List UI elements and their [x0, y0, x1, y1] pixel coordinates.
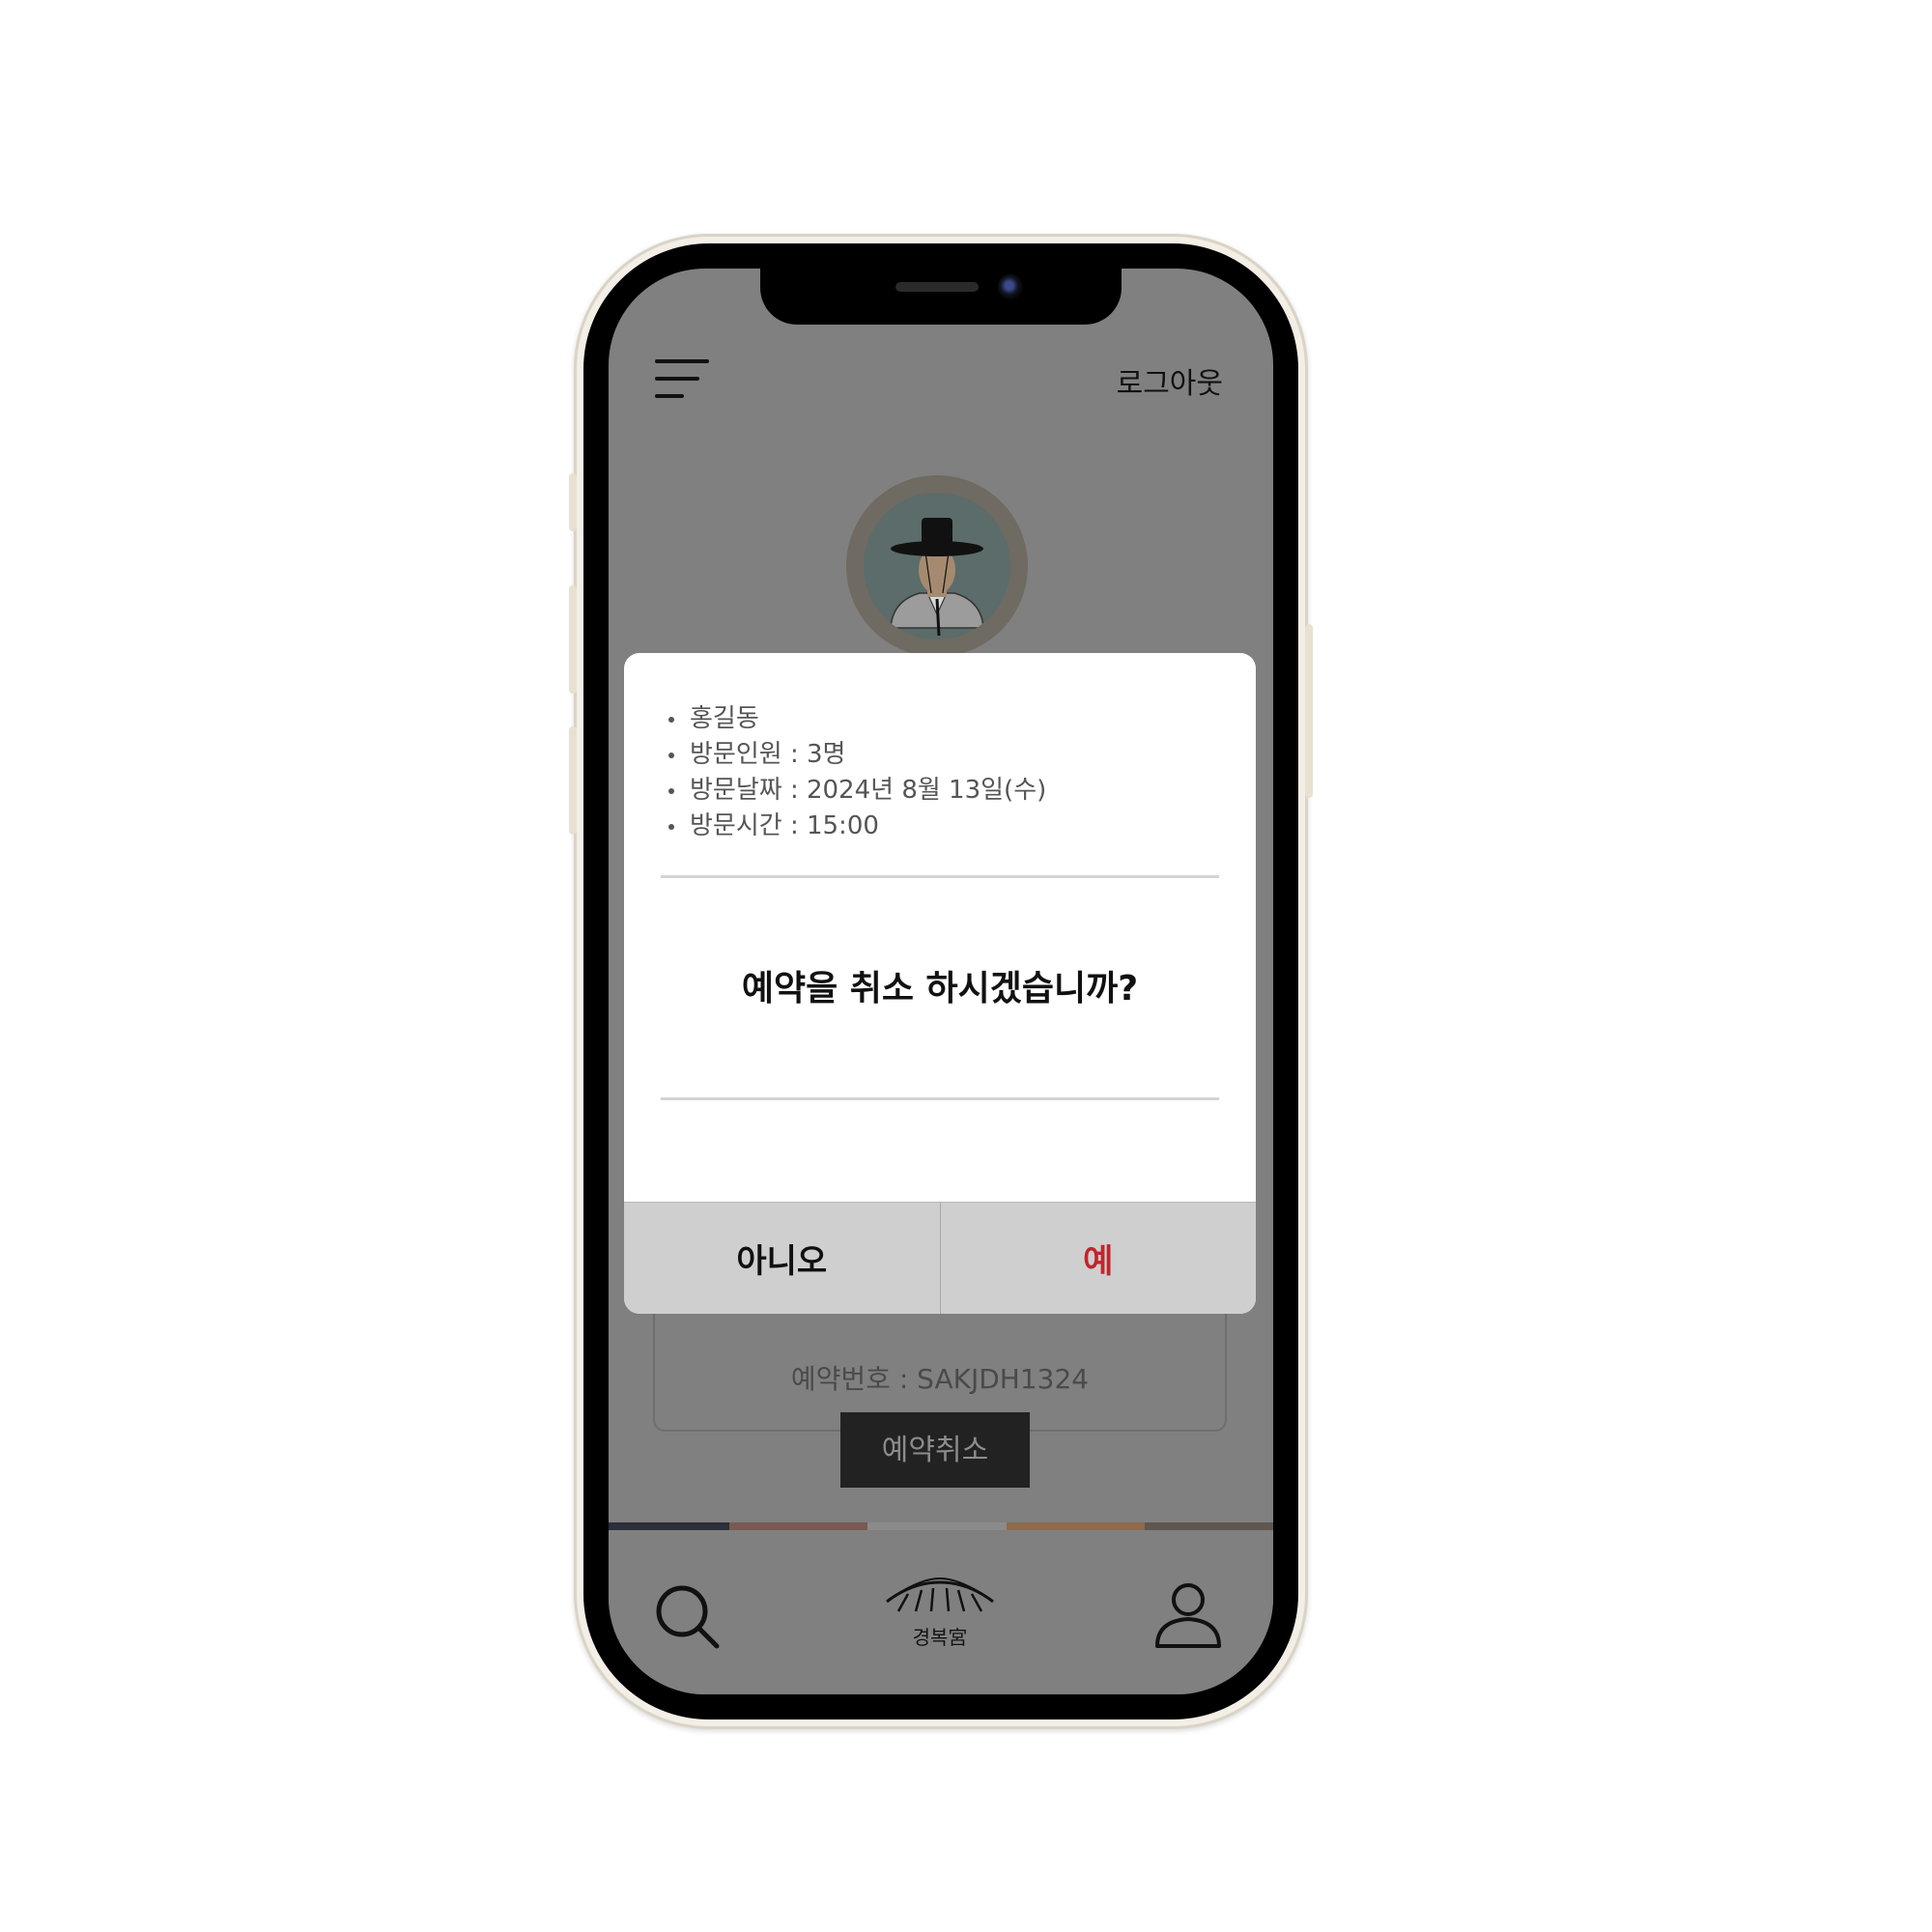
logo-text: 경복宮	[913, 1626, 968, 1649]
yes-button[interactable]: 예	[940, 1202, 1256, 1314]
avatar	[846, 475, 1028, 657]
bottom-nav: 경복宮	[609, 1530, 1273, 1694]
reservation-details: 홍길동 방문인원 : 3명 방문날짜 : 2024년 8월 13일(수) 방문시…	[668, 701, 1046, 844]
divider-bottom	[661, 1097, 1219, 1100]
detail-visitors: 방문인원 : 3명	[668, 737, 1046, 773]
profile-icon[interactable]	[1153, 1580, 1223, 1650]
cancel-reservation-button[interactable]: 예약취소	[840, 1412, 1030, 1488]
notch	[760, 269, 1122, 325]
decorative-color-strip	[609, 1522, 1273, 1530]
search-icon[interactable]	[653, 1582, 723, 1652]
ticket-number: 예약번호 : SAKJDH1324	[790, 1363, 1090, 1395]
no-button[interactable]: 아니오	[624, 1202, 941, 1314]
side-button-volume-up	[569, 585, 577, 694]
side-button-volume-down	[569, 726, 577, 835]
palace-logo-icon[interactable]: 경복宮	[883, 1573, 997, 1654]
menu-icon[interactable]	[655, 357, 709, 402]
confirm-question: 예약을 취소 하시겠습니까?	[741, 969, 1139, 1009]
logout-link[interactable]: 로그아웃	[1117, 359, 1223, 402]
cancel-confirm-dialog: 홍길동 방문인원 : 3명 방문날짜 : 2024년 8월 13일(수) 방문시…	[624, 653, 1256, 1314]
dialog-buttons: 아니오 예	[624, 1202, 1256, 1314]
side-button-mute	[569, 473, 577, 531]
detail-time: 방문시간 : 15:00	[668, 809, 1046, 844]
detail-name: 홍길동	[668, 701, 1046, 737]
speaker-grille	[895, 282, 979, 292]
gat-man-avatar-icon	[890, 518, 984, 637]
divider-top	[661, 875, 1219, 878]
front-camera	[998, 274, 1023, 299]
side-button-power	[1305, 624, 1313, 798]
detail-date: 방문날짜 : 2024년 8월 13일(수)	[668, 773, 1046, 809]
